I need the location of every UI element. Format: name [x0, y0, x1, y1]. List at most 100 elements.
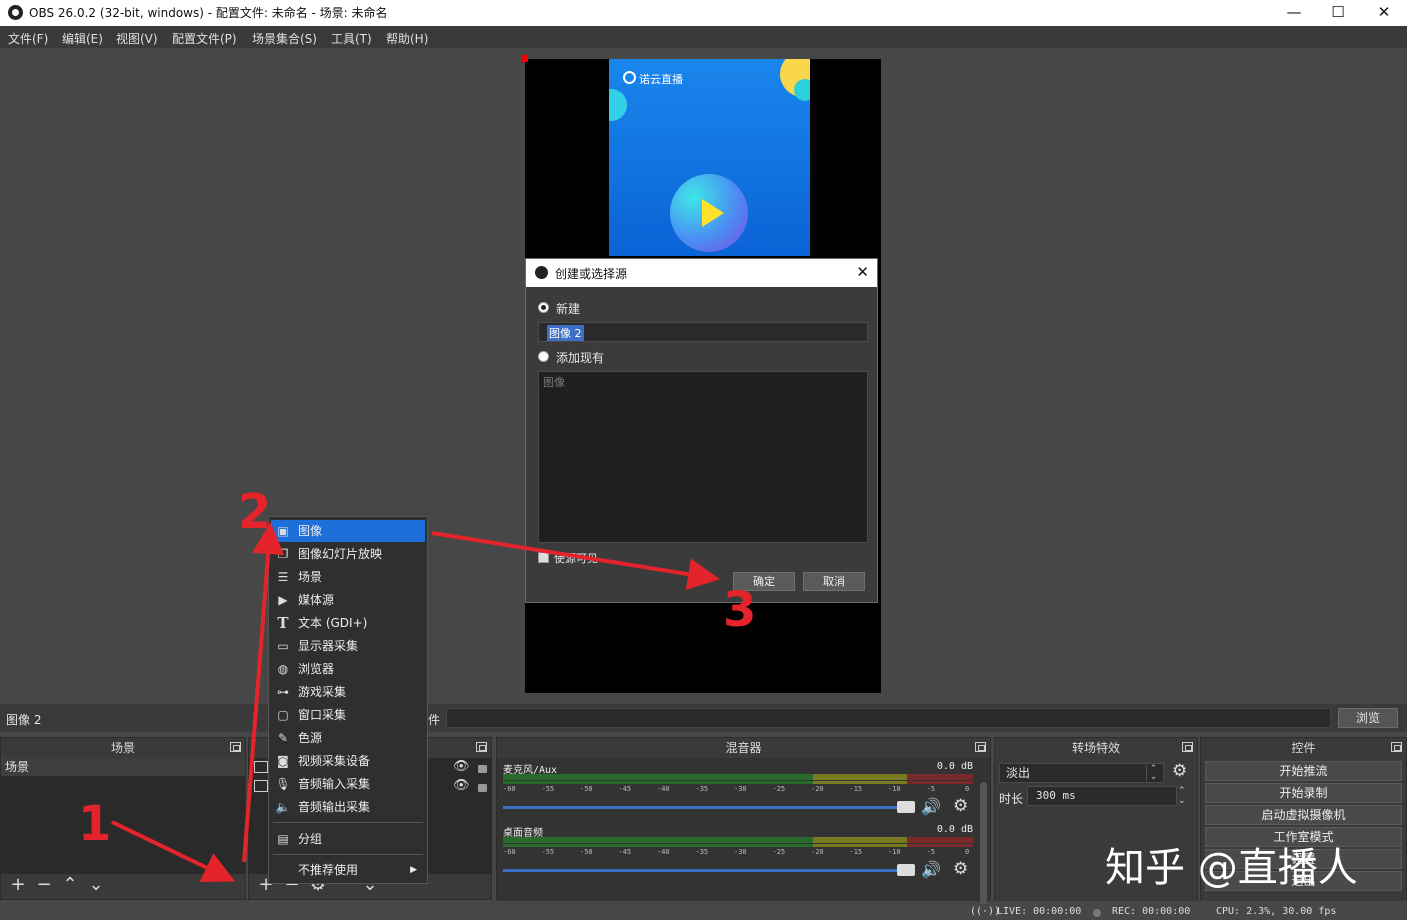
- resize-handle[interactable]: [521, 55, 528, 62]
- gear-icon[interactable]: ⚙: [953, 796, 968, 816]
- eye-icon[interactable]: 👁: [453, 778, 470, 793]
- menu-item-image[interactable]: ▣ 图像: [271, 520, 425, 542]
- camera-icon: ◙: [277, 754, 289, 768]
- undock-icon[interactable]: [230, 742, 241, 752]
- annotation-number-3: 3: [723, 582, 757, 638]
- text-icon: T: [277, 614, 289, 632]
- path-field[interactable]: [446, 708, 1331, 728]
- microphone-icon: 🎙: [275, 777, 291, 791]
- duration-input[interactable]: 300 ms: [1027, 786, 1177, 806]
- start-recording-button[interactable]: 开始录制: [1205, 783, 1402, 803]
- gear-icon[interactable]: ⚙: [1172, 761, 1187, 781]
- submenu-arrow-icon: ▶: [410, 865, 417, 875]
- start-virtual-camera-button[interactable]: 启动虚拟摄像机: [1205, 805, 1402, 825]
- menu-item-audio-output[interactable]: 🔈 音频输出采集: [271, 796, 425, 818]
- menu-help[interactable]: 帮助(H): [386, 30, 428, 47]
- mixer-scrollbar[interactable]: [980, 782, 987, 916]
- menu-view[interactable]: 视图(V): [116, 30, 158, 47]
- menu-scene-collection[interactable]: 场景集合(S): [252, 30, 317, 47]
- decor-circle: [794, 79, 810, 101]
- menu-item-game-capture[interactable]: ⊶ 游戏采集: [271, 681, 425, 703]
- create-source-dialog: 创建或选择源 ✕ 新建 图像 2 添加现有 图像 使源可见 确定 取消: [525, 258, 878, 603]
- meter-tick-label: -25: [772, 785, 786, 793]
- visible-checkbox[interactable]: [538, 552, 549, 563]
- menu-item-label: 显示器采集: [298, 639, 359, 653]
- maximize-button[interactable]: ☐: [1315, 0, 1361, 26]
- meter-ticks: -60 -55 -50 -45 -40 -35 -30 -25 -20 -15 -10 -5 0: [503, 785, 973, 795]
- monitor-icon: ▭: [277, 639, 289, 653]
- menu-item-audio-input[interactable]: 🎙 音频输入采集: [271, 773, 425, 795]
- menu-item-window-capture[interactable]: ▢ 窗口采集: [271, 704, 425, 726]
- volume-slider[interactable]: [503, 869, 901, 872]
- close-button[interactable]: ✕: [1361, 0, 1407, 26]
- meter-tick-label: -15: [849, 848, 863, 856]
- meter-tick-label: -45: [618, 848, 632, 856]
- menu-item-group[interactable]: ▤ 分组: [271, 828, 425, 850]
- meter-tick-label: 0: [965, 785, 970, 793]
- dialog-close-button[interactable]: ✕: [856, 263, 869, 281]
- lock-icon[interactable]: [478, 765, 487, 773]
- speaker-icon[interactable]: 🔊: [921, 797, 941, 816]
- dialog-title: 创建或选择源: [555, 267, 628, 281]
- volume-slider-knob[interactable]: [897, 864, 915, 876]
- controls-dock-title: 控件: [1201, 738, 1406, 758]
- menu-item-color-source[interactable]: ✎ 色源: [271, 727, 425, 749]
- undock-icon[interactable]: [1391, 742, 1402, 752]
- menu-item-browser[interactable]: ◍ 浏览器: [271, 658, 425, 680]
- minimize-button[interactable]: —: [1271, 0, 1317, 26]
- menu-item-deprecated[interactable]: 不推荐使用 ▶: [271, 859, 425, 881]
- meter-ticks: -60 -55 -50 -45 -40 -35 -30 -25 -20 -15 -10 -5 0: [503, 848, 973, 858]
- menu-file[interactable]: 文件(F): [8, 30, 48, 47]
- menu-item-label: 游戏采集: [298, 685, 347, 699]
- speaker-icon[interactable]: 🔊: [921, 860, 941, 879]
- window-titlebar: OBS 26.0.2 (32-bit, windows) - 配置文件: 未命名…: [0, 0, 1407, 26]
- globe-icon: ◍: [277, 662, 289, 676]
- cancel-button[interactable]: 取消: [803, 572, 865, 591]
- scene-item[interactable]: 场景: [1, 758, 245, 776]
- volume-slider[interactable]: [503, 806, 901, 809]
- menu-item-display-capture[interactable]: ▭ 显示器采集: [271, 635, 425, 657]
- brand-name: 诺云直播: [639, 73, 683, 86]
- browse-button[interactable]: 浏览: [1338, 708, 1398, 728]
- list-icon: ☰: [277, 570, 289, 584]
- gear-icon[interactable]: ⚙: [953, 859, 968, 879]
- menu-item-scene[interactable]: ☰ 场景: [271, 566, 425, 588]
- lock-icon[interactable]: [478, 784, 487, 792]
- menu-separator: [273, 854, 423, 855]
- remove-icon[interactable]: −: [31, 874, 57, 896]
- menu-profile[interactable]: 配置文件(P): [172, 30, 237, 47]
- menu-item-slideshow[interactable]: ❐ 图像幻灯片放映: [271, 543, 425, 565]
- source-name-value: 图像 2: [547, 325, 584, 341]
- menu-item-label: 图像幻灯片放映: [298, 547, 383, 561]
- existing-source-item[interactable]: 图像: [543, 374, 565, 390]
- menu-item-label: 音频输出采集: [298, 800, 371, 814]
- eye-icon[interactable]: 👁: [453, 759, 470, 774]
- menu-item-text[interactable]: T 文本 (GDI+): [271, 612, 425, 634]
- meter-tick-label: -35: [695, 848, 709, 856]
- image-icon: ▣: [277, 524, 289, 538]
- menu-edit[interactable]: 编辑(E): [62, 30, 103, 47]
- menu-item-media[interactable]: ▶ 媒体源: [271, 589, 425, 611]
- spin-arrows-icon[interactable]: ⌃ ⌄: [1178, 786, 1186, 806]
- spin-arrows-icon[interactable]: ⌃ ⌄: [1146, 765, 1160, 782]
- move-up-icon[interactable]: ⌃: [57, 874, 83, 896]
- radio-new[interactable]: [538, 302, 549, 313]
- menu-item-video-capture[interactable]: ◙ 视频采集设备: [271, 750, 425, 772]
- move-down-icon[interactable]: ⌄: [83, 874, 109, 896]
- undock-icon[interactable]: [975, 742, 986, 752]
- add-icon[interactable]: +: [5, 874, 31, 896]
- existing-sources-list[interactable]: 图像: [538, 371, 868, 543]
- undock-icon[interactable]: [1182, 742, 1193, 752]
- scenes-toolbar: + − ⌃ ⌄: [5, 874, 109, 896]
- volume-slider-knob[interactable]: [897, 801, 915, 813]
- transition-select[interactable]: 淡出: [999, 763, 1164, 783]
- start-streaming-button[interactable]: 开始推流: [1205, 761, 1402, 781]
- undock-icon[interactable]: [476, 742, 487, 752]
- menu-item-label: 浏览器: [298, 662, 335, 676]
- scenes-dock-title: 场景: [1, 738, 245, 758]
- meter-tick-label: -5: [926, 785, 935, 793]
- radio-add-existing[interactable]: [538, 351, 549, 362]
- menu-tools[interactable]: 工具(T): [331, 30, 372, 47]
- source-name-input[interactable]: 图像 2: [538, 322, 868, 342]
- brush-icon: ✎: [277, 731, 289, 745]
